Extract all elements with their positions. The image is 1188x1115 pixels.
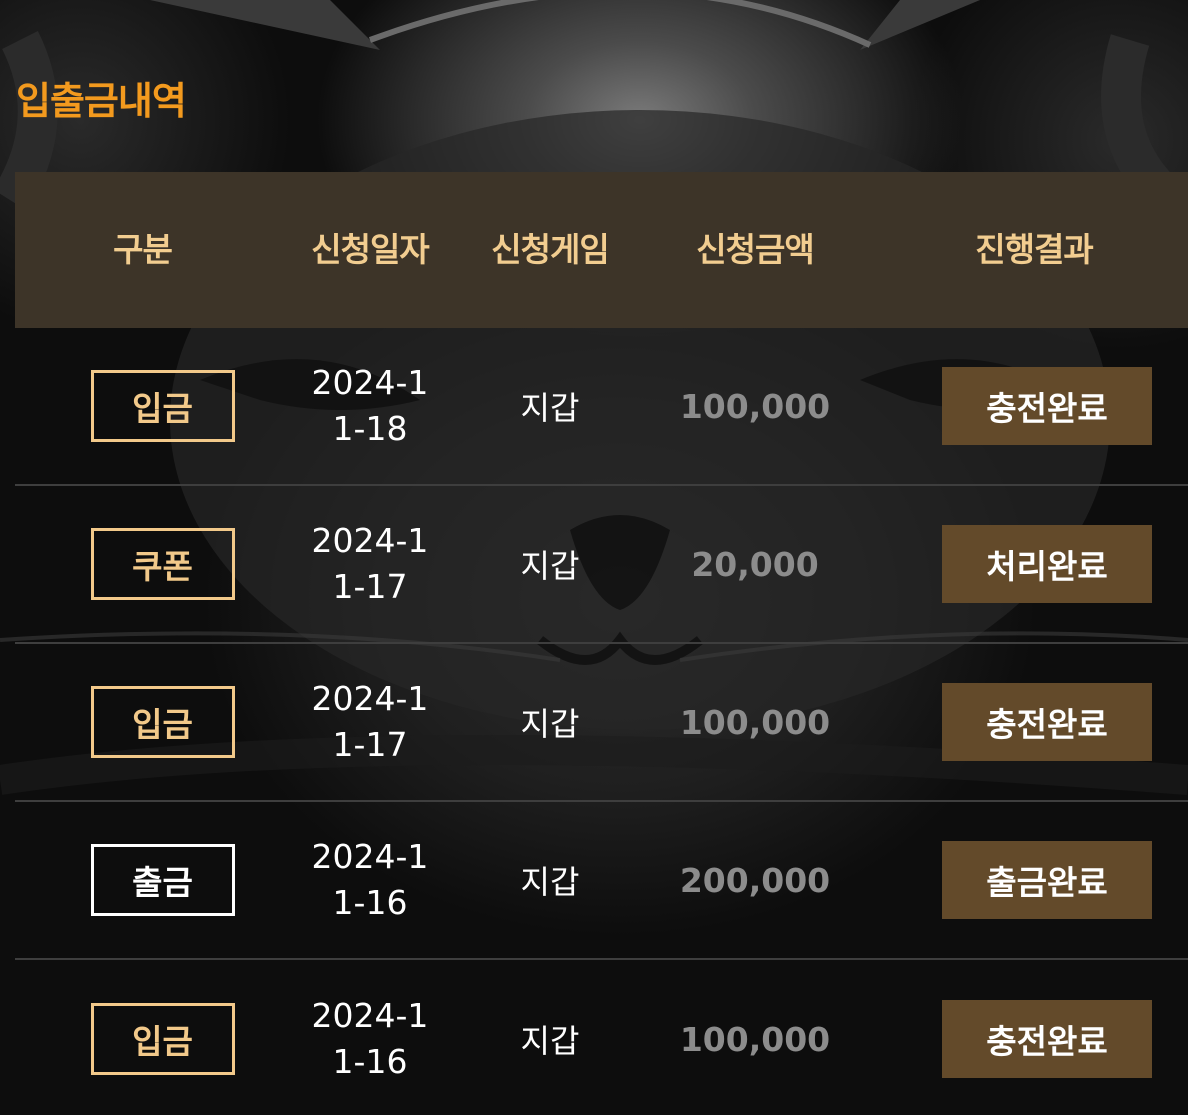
type-badge: 쿠폰 [90,528,235,600]
request-amount: 100,000 [679,1019,831,1059]
request-amount: 200,000 [679,860,831,900]
type-badge: 입금 [90,686,235,758]
result-badge: 처리완료 [942,525,1152,603]
request-date: 2024-11-17 [311,679,429,764]
request-game: 지갑 [520,389,580,427]
request-game: 지갑 [520,547,580,585]
request-amount: 100,000 [679,702,831,742]
request-amount: 20,000 [691,544,819,584]
request-date: 2024-11-16 [311,837,429,922]
request-game: 지갑 [520,863,580,901]
table-row: 입금 2024-11-18 지갑 100,000 충전완료 [15,328,1188,486]
table-body: 입금 2024-11-18 지갑 100,000 충전완료 쿠폰 2024-11… [15,328,1188,1115]
table-row: 출금 2024-11-16 지갑 200,000 출금완료 [15,802,1188,960]
request-amount: 100,000 [679,386,831,426]
result-badge: 충전완료 [942,367,1152,445]
table-row: 입금 2024-11-17 지갑 100,000 충전완료 [15,644,1188,802]
table-row: 쿠폰 2024-11-17 지갑 20,000 처리완료 [15,486,1188,644]
header-result: 진행결과 [975,230,1093,269]
header-type: 구분 [113,230,173,269]
type-badge: 출금 [90,844,235,916]
type-badge: 입금 [90,1003,235,1075]
header-date: 신청일자 [311,230,429,269]
type-badge: 입금 [90,370,235,442]
header-amount: 신청금액 [696,230,814,269]
result-badge: 출금완료 [942,841,1152,919]
request-game: 지갑 [520,1022,580,1060]
transaction-history-table: 구분 신청일자 신청게임 신청금액 진행결과 입금 2024-11-18 지갑 … [15,172,1188,1115]
request-date: 2024-11-17 [311,521,429,606]
request-game: 지갑 [520,705,580,743]
page: 입출금내역 구분 신청일자 신청게임 신청금액 진행결과 입금 2024-11-… [0,0,1188,1115]
table-row: 입금 2024-11-16 지갑 100,000 충전완료 [15,960,1188,1115]
result-badge: 충전완료 [942,1000,1152,1078]
page-title: 입출금내역 [16,79,187,123]
request-date: 2024-11-18 [311,363,429,448]
request-date: 2024-11-16 [311,996,429,1081]
header-game: 신청게임 [491,230,609,269]
table-header: 구분 신청일자 신청게임 신청금액 진행결과 [15,172,1188,328]
result-badge: 충전완료 [942,683,1152,761]
